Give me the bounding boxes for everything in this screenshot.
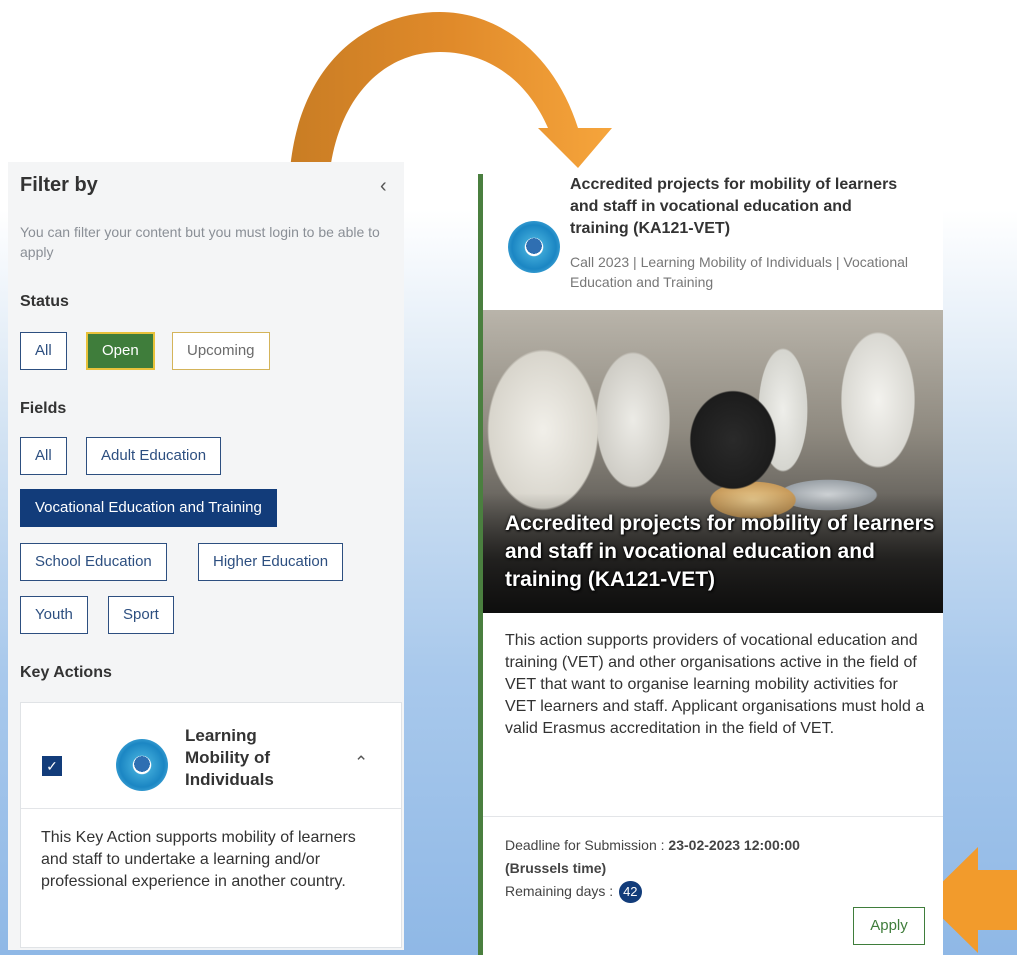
chevron-up-icon[interactable]: ⌃ [354,753,368,773]
call-description: This action supports providers of vocati… [505,632,925,737]
status-label: Status [20,293,69,310]
apply-button[interactable]: Apply [853,907,925,945]
call-meta: Call 2023 | Learning Mobility of Individ… [570,254,909,290]
hero-caption: Accredited projects for mobility of lear… [505,512,935,591]
filter-panel: Filter by ‹ You can filter your content … [8,162,404,950]
globe-icon [116,739,168,791]
fields-higher-education-chip[interactable]: Higher Education [198,543,344,581]
call-title[interactable]: Accredited projects for mobility of lear… [570,174,910,240]
key-action-card: ✓ Learning Mobility of Individuals ⌃ Thi… [20,702,402,948]
status-open-chip[interactable]: Open [86,332,155,370]
key-actions-label: Key Actions [20,664,112,681]
deadline-label: Deadline for Submission : [505,837,669,853]
key-action-title: Learning Mobility of Individuals [185,726,274,789]
fields-adult-education-chip[interactable]: Adult Education [86,437,222,475]
deadline-timezone: (Brussels time) [505,860,607,876]
status-all-chip[interactable]: All [20,332,67,370]
divider [483,816,943,817]
filter-title: Filter by [20,174,98,196]
remaining-days-label: Remaining days : [505,883,618,899]
status-upcoming-chip[interactable]: Upcoming [172,332,270,370]
key-action-description: This Key Action supports mobility of lea… [41,829,356,890]
fields-school-education-chip[interactable]: School Education [20,543,167,581]
remaining-days: Remaining days : 42 [505,881,642,903]
globe-icon [508,221,560,273]
call-hero-image[interactable]: Accredited projects for mobility of lear… [483,310,943,613]
deadline-value: 23-02-2023 12:00:00 [668,837,800,853]
fields-sport-chip[interactable]: Sport [108,596,174,634]
key-action-header[interactable]: ✓ Learning Mobility of Individuals ⌃ [21,703,401,809]
remaining-days-badge: 42 [619,881,642,903]
fields-all-chip[interactable]: All [20,437,67,475]
filter-login-note: You can filter your content but you must… [20,224,380,260]
key-action-checkbox[interactable]: ✓ [42,756,62,776]
deadline: Deadline for Submission : 23-02-2023 12:… [505,834,925,880]
call-card: Accredited projects for mobility of lear… [478,174,943,955]
fields-vet-chip[interactable]: Vocational Education and Training [20,489,277,527]
fields-label: Fields [20,400,67,417]
chevron-left-icon[interactable]: ‹ [380,175,387,198]
fields-youth-chip[interactable]: Youth [20,596,88,634]
